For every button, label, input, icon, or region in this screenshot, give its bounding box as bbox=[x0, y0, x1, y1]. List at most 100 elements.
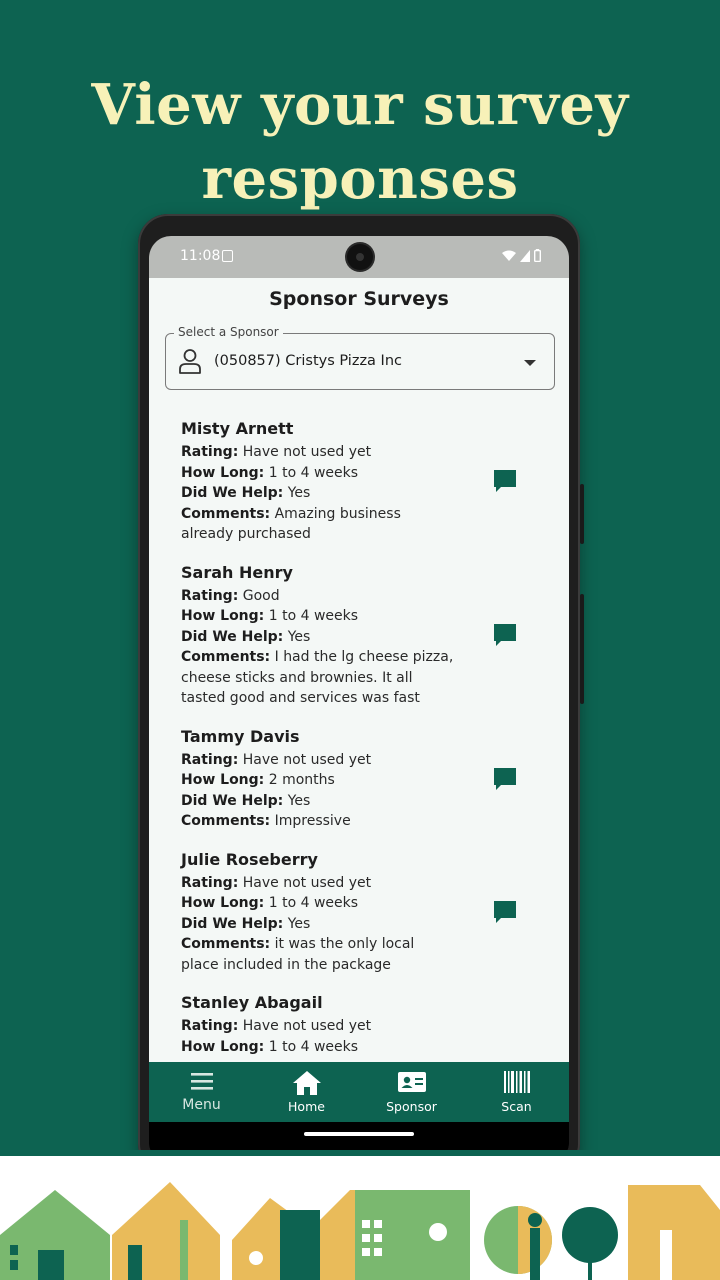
rating-line: Rating: Good bbox=[181, 586, 456, 607]
comment-icon[interactable] bbox=[492, 468, 518, 494]
power-button bbox=[580, 484, 584, 544]
rating-line: Rating: Have not used yet bbox=[181, 750, 456, 771]
nav-sponsor[interactable]: Sponsor bbox=[359, 1062, 464, 1122]
rating-value: Have not used yet bbox=[242, 874, 372, 891]
rating-value: Have not used yet bbox=[242, 444, 372, 460]
did-we-help-label: Did We Help: bbox=[181, 792, 284, 809]
list-item: Julie Roseberry Rating: Have not used ye… bbox=[181, 849, 541, 976]
person-icon bbox=[179, 349, 201, 374]
rating-label: Rating: bbox=[181, 587, 239, 604]
headline-line-1: View your survey bbox=[91, 72, 629, 138]
sponsor-select-value: (050857) Cristys Pizza Inc bbox=[214, 353, 402, 369]
barcode-icon bbox=[503, 1071, 530, 1093]
did-we-help-label: Did We Help: bbox=[181, 915, 284, 932]
phone-screen: 11:08 Sponsor Surveys Select a Sponsor (… bbox=[149, 236, 569, 1164]
rating-line: Rating: Have not used yet bbox=[181, 442, 456, 463]
bottom-nav: Menu Home Sponsor Scan bbox=[149, 1062, 569, 1122]
headline: View your survey responses bbox=[0, 68, 720, 216]
respondent-name: Tammy Davis bbox=[181, 726, 300, 746]
wifi-icon bbox=[502, 250, 516, 261]
nav-home-label: Home bbox=[288, 1099, 325, 1114]
list-item: Sarah Henry Rating: Good How Long: 1 to … bbox=[181, 562, 541, 709]
did-we-help-value: Yes bbox=[287, 485, 311, 501]
id-card-icon bbox=[397, 1072, 426, 1092]
home-indicator[interactable] bbox=[304, 1132, 414, 1136]
did-we-help-value: Yes bbox=[287, 915, 311, 932]
respondent-name: Sarah Henry bbox=[181, 562, 293, 582]
comments-line: Comments: Amazing business already purch… bbox=[181, 504, 456, 545]
nav-scan-label: Scan bbox=[501, 1099, 532, 1114]
list-item: Tammy Davis Rating: Have not used yet Ho… bbox=[181, 726, 541, 832]
respondent-name: Julie Roseberry bbox=[181, 849, 318, 869]
rating-line: Rating: Have not used yet bbox=[181, 1016, 456, 1037]
how-long-line: How Long: 1 to 4 weeks bbox=[181, 1037, 456, 1058]
respondent-name: Stanley Abagail bbox=[181, 993, 323, 1012]
nav-menu-label: Menu bbox=[182, 1097, 221, 1113]
did-we-help-value: Yes bbox=[287, 792, 311, 809]
how-long-line: How Long: 2 months bbox=[181, 770, 456, 791]
did-we-help-label: Did We Help: bbox=[181, 628, 284, 645]
how-long-label: How Long: bbox=[181, 608, 265, 624]
status-bar: 11:08 bbox=[149, 236, 569, 278]
rating-value: Have not used yet bbox=[242, 751, 372, 768]
comments-label: Comments: bbox=[181, 505, 271, 522]
how-long-value: 1 to 4 weeks bbox=[268, 464, 359, 481]
how-long-label: How Long: bbox=[181, 772, 265, 788]
rating-label: Rating: bbox=[181, 1018, 239, 1034]
battery-icon bbox=[534, 249, 541, 262]
how-long-label: How Long: bbox=[181, 1038, 265, 1055]
sponsor-select[interactable]: Select a Sponsor (050857) Cristys Pizza … bbox=[165, 325, 555, 390]
front-camera bbox=[347, 244, 373, 270]
comments-value: Impressive bbox=[274, 813, 351, 829]
menu-icon bbox=[190, 1073, 213, 1090]
how-long-line: How Long: 1 to 4 weeks bbox=[181, 893, 456, 914]
did-we-help-line: Did We Help: Yes bbox=[181, 914, 456, 935]
how-long-value: 1 to 4 weeks bbox=[268, 1038, 359, 1055]
rating-value: Have not used yet bbox=[242, 1018, 372, 1034]
did-we-help-line: Did We Help: Yes bbox=[181, 483, 456, 504]
did-we-help-value: Yes bbox=[287, 628, 311, 645]
notification-icon bbox=[222, 250, 233, 262]
app-body: Sponsor Surveys Select a Sponsor (050857… bbox=[149, 278, 569, 1062]
respondent-name: Misty Arnett bbox=[181, 419, 294, 438]
nav-menu[interactable]: Menu bbox=[149, 1062, 254, 1122]
how-long-label: How Long: bbox=[181, 464, 265, 481]
comments-label: Comments: bbox=[181, 649, 271, 665]
rating-value: Good bbox=[242, 587, 280, 604]
rating-label: Rating: bbox=[181, 444, 239, 460]
signal-icon bbox=[520, 249, 530, 262]
headline-line-2: responses bbox=[201, 146, 519, 212]
how-long-value: 2 months bbox=[268, 772, 335, 788]
sponsor-select-label: Select a Sponsor bbox=[174, 325, 283, 339]
list-item: Stanley Abagail Rating: Have not used ye… bbox=[181, 992, 541, 1057]
how-long-label: How Long: bbox=[181, 895, 265, 911]
comment-icon[interactable] bbox=[492, 766, 518, 792]
did-we-help-line: Did We Help: Yes bbox=[181, 627, 456, 648]
nav-sponsor-label: Sponsor bbox=[386, 1099, 437, 1114]
comments-line: Comments: I had the lg cheese pizza, che… bbox=[181, 647, 456, 709]
how-long-line: How Long: 1 to 4 weeks bbox=[181, 463, 456, 484]
comments-line: Comments: Impressive bbox=[181, 811, 456, 832]
rating-label: Rating: bbox=[181, 874, 239, 891]
page-title: Sponsor Surveys bbox=[269, 288, 449, 310]
comment-icon[interactable] bbox=[492, 622, 518, 648]
phone-frame: 11:08 Sponsor Surveys Select a Sponsor (… bbox=[138, 214, 584, 1174]
list-item: Misty Arnett Rating: Have not used yet H… bbox=[181, 418, 541, 545]
status-icons bbox=[502, 249, 541, 262]
comments-label: Comments: bbox=[181, 813, 271, 829]
how-long-value: 1 to 4 weeks bbox=[268, 608, 359, 624]
home-icon bbox=[292, 1071, 321, 1095]
rating-label: Rating: bbox=[181, 751, 239, 768]
status-time: 11:08 bbox=[180, 248, 221, 264]
did-we-help-line: Did We Help: Yes bbox=[181, 791, 456, 812]
how-long-value: 1 to 4 weeks bbox=[268, 895, 359, 911]
comment-icon[interactable] bbox=[492, 899, 518, 925]
chevron-down-icon[interactable] bbox=[524, 360, 536, 366]
comments-label: Comments: bbox=[181, 936, 271, 952]
nav-home[interactable]: Home bbox=[254, 1062, 359, 1122]
nav-scan[interactable]: Scan bbox=[464, 1062, 569, 1122]
comments-line: Comments: it was the only local place in… bbox=[181, 934, 456, 975]
town-illustration bbox=[0, 1150, 720, 1280]
response-list: Misty Arnett Rating: Have not used yet H… bbox=[181, 418, 541, 1062]
volume-button bbox=[580, 594, 584, 704]
